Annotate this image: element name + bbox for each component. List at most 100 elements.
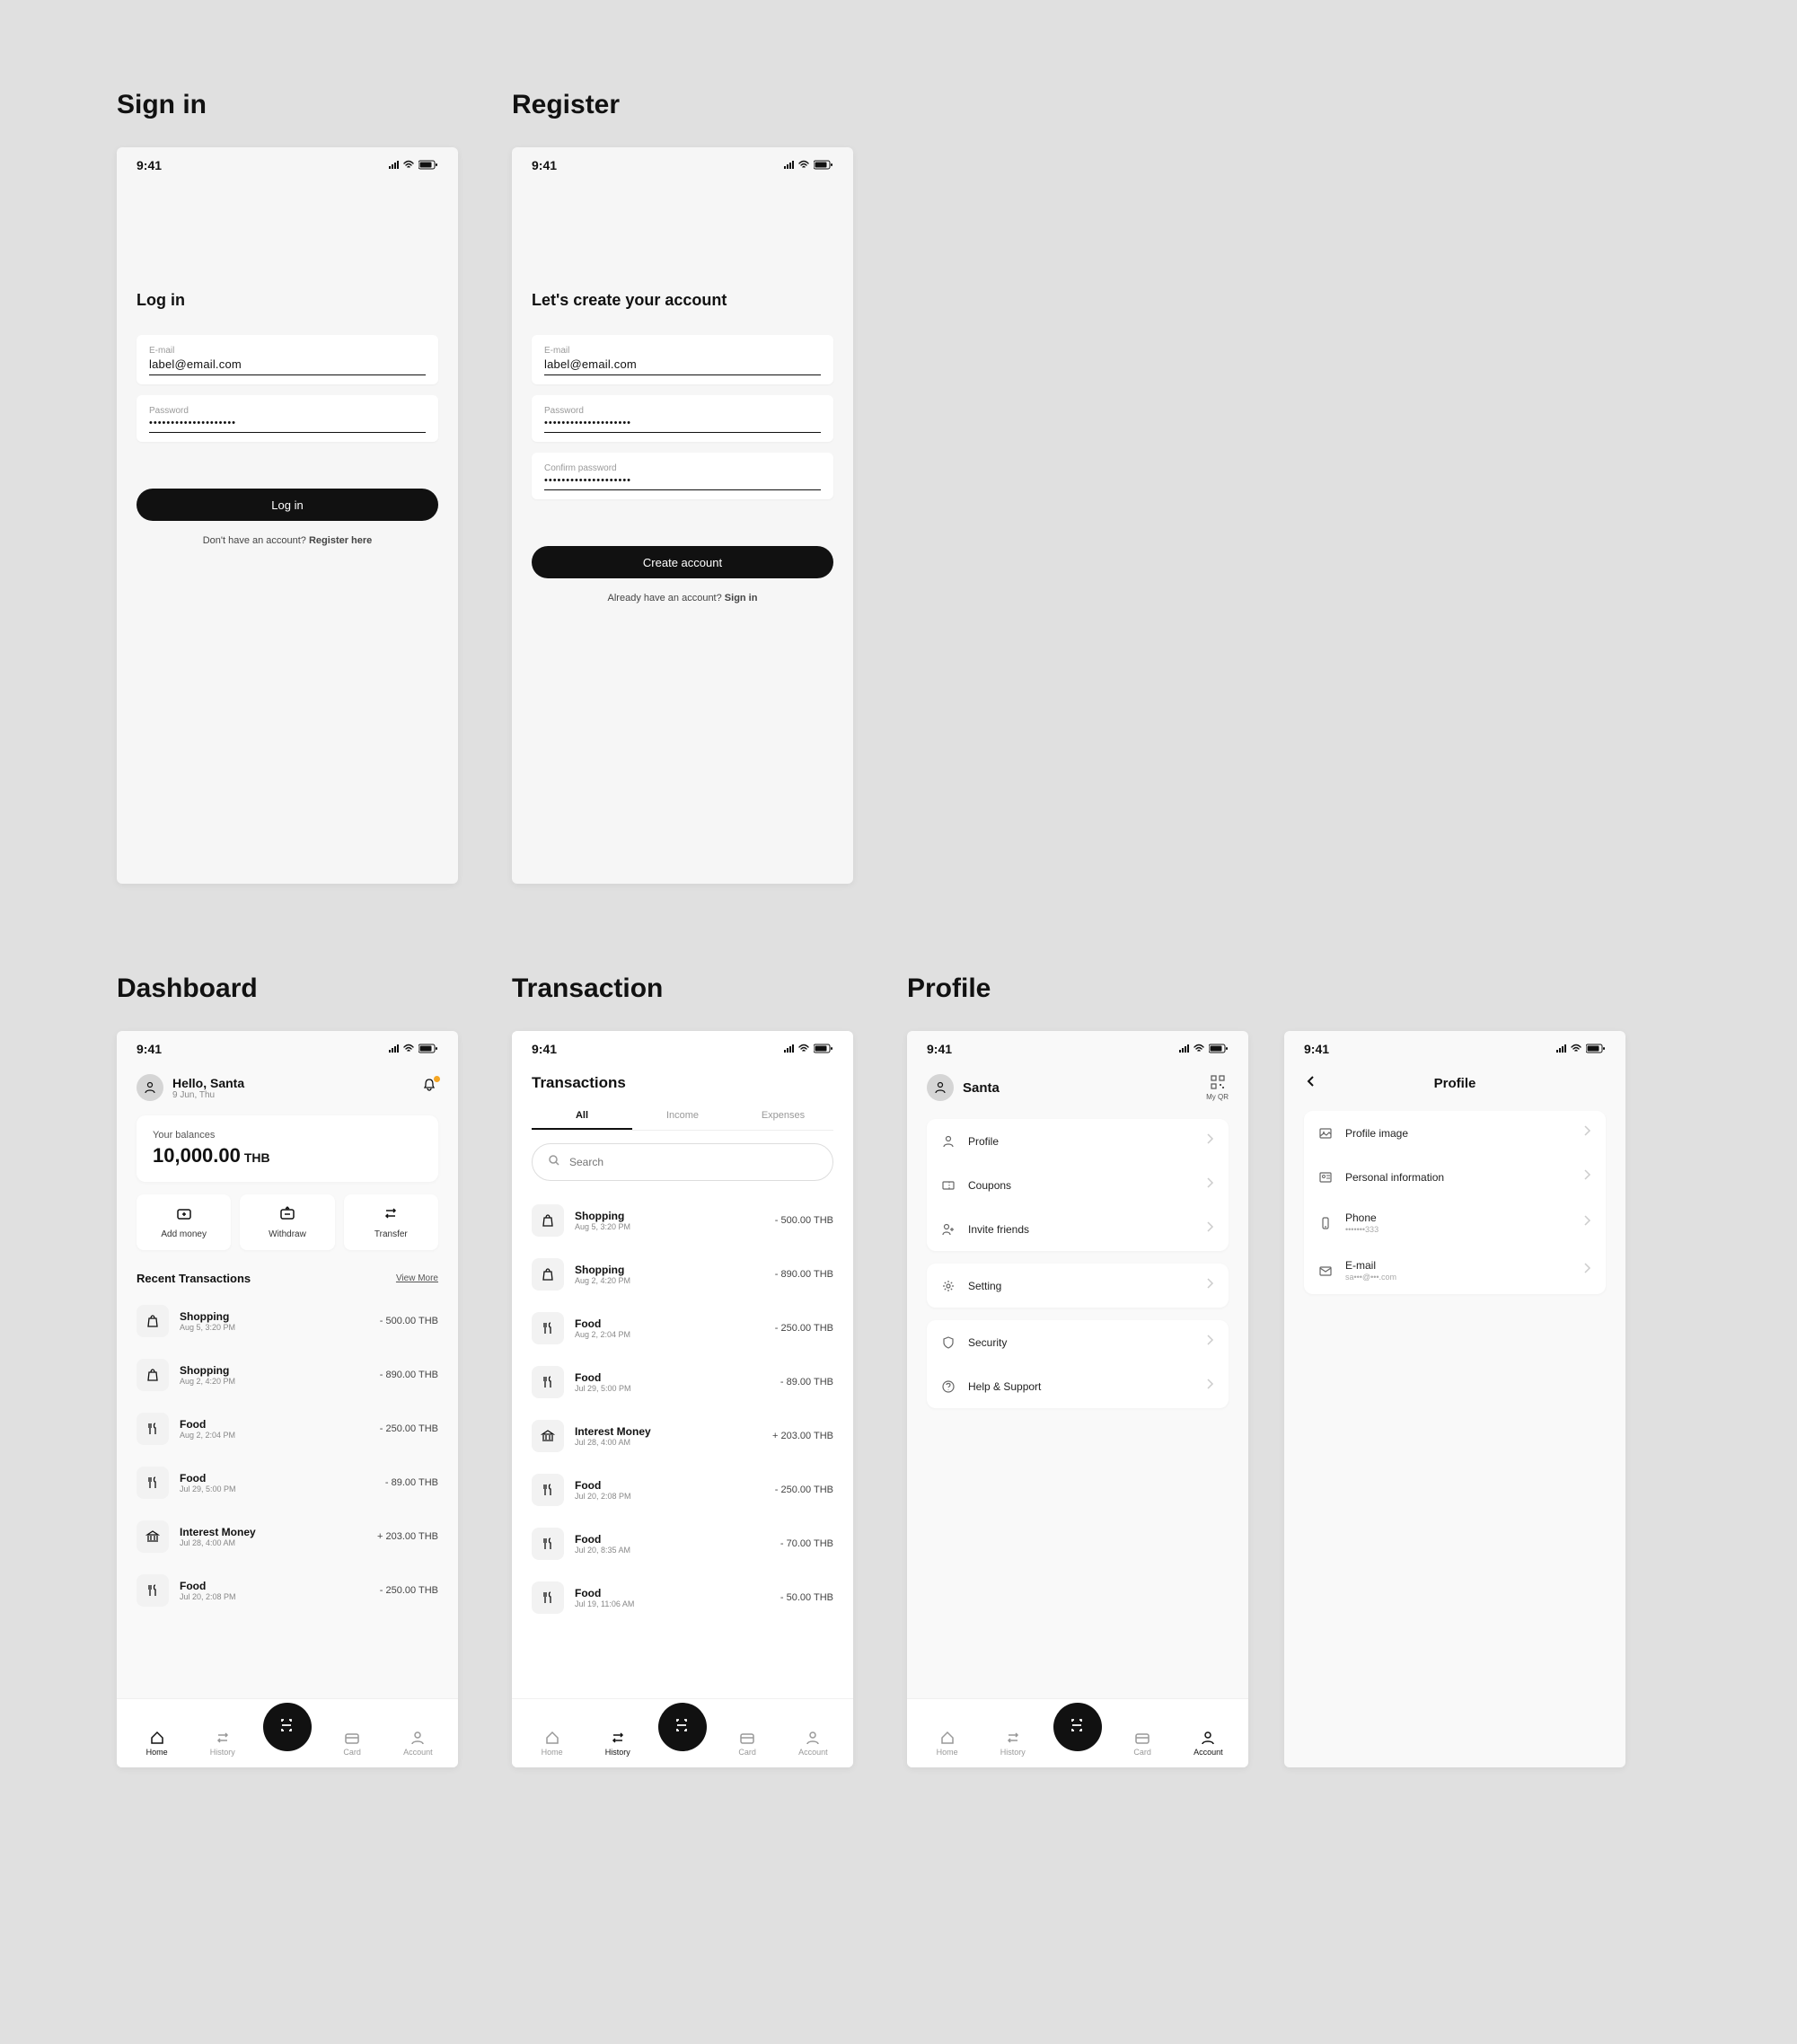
transaction-row[interactable]: Food Jul 29, 5:00 PM - 89.00 THB [137,1456,438,1510]
password-field[interactable]: Password •••••••••••••••••••• [137,395,438,442]
tab-home[interactable]: Home [132,1730,182,1757]
transaction-row[interactable]: Food Jul 20, 2:08 PM - 250.00 THB [137,1564,438,1617]
menu-item-setting[interactable]: Setting [927,1264,1229,1308]
gear-icon [941,1279,956,1293]
txn-amount: - 250.00 THB [775,1323,833,1334]
signin-footer: Don't have an account? Register here [137,535,438,546]
email-label: E-mail [149,346,426,356]
section-title-dashboard: Dashboard [117,974,458,1004]
menu-item-security[interactable]: Security [927,1320,1229,1364]
bag-icon [532,1204,564,1237]
profile-menu-screen: 9:41 Santa My [907,1031,1248,1767]
menu-group: Setting [927,1264,1229,1308]
password-field[interactable]: Password •••••••••••••••••••• [532,395,833,442]
tab-account[interactable]: Account [392,1730,443,1757]
signal-icon [389,1042,400,1056]
tab-home[interactable]: Home [527,1730,577,1757]
transaction-row[interactable]: Shopping Aug 5, 3:20 PM - 500.00 THB [137,1294,438,1348]
profile-item-profile-image[interactable]: Profile image [1304,1111,1606,1155]
user-greeting[interactable]: Hello, Santa 9 Jun, Thu [137,1074,244,1101]
scan-button[interactable] [263,1703,312,1751]
transaction-row[interactable]: Shopping Aug 2, 4:20 PM - 890.00 THB [137,1348,438,1402]
profile-item-phone[interactable]: Phone •••••••333 [1304,1199,1606,1247]
wifi-icon [403,1042,415,1056]
transactions-screen: 9:41 Transactions All Income Expenses [512,1031,853,1767]
chevron-right-icon [1203,1333,1214,1352]
create-account-button[interactable]: Create account [532,546,833,578]
scan-button[interactable] [658,1703,707,1751]
tab-card[interactable]: Card [327,1730,377,1757]
section-title-register: Register [512,90,853,120]
txn-date: Jul 29, 5:00 PM [575,1384,780,1393]
signal-icon [784,158,795,172]
transaction-row[interactable]: Food Jul 19, 11:06 AM - 50.00 THB [532,1571,833,1625]
email-field[interactable]: E-mail label@email.com [137,335,438,384]
signal-icon [1179,1042,1190,1056]
tab-history[interactable]: History [198,1730,248,1757]
menu-item-invite-friends[interactable]: Invite friends [927,1207,1229,1251]
txn-amount: - 89.00 THB [780,1377,833,1388]
status-bar: 9:41 [512,147,853,183]
transaction-row[interactable]: Shopping Aug 5, 3:20 PM - 500.00 THB [532,1194,833,1247]
wifi-icon [798,1042,810,1056]
add-money-button[interactable]: Add money [137,1194,231,1250]
txn-date: Aug 5, 3:20 PM [180,1323,380,1332]
search-input[interactable] [532,1143,833,1181]
transaction-row[interactable]: Food Jul 29, 5:00 PM - 89.00 THB [532,1355,833,1409]
transaction-row[interactable]: Interest Money Jul 28, 4:00 AM + 203.00 … [532,1409,833,1463]
section-title-signin: Sign in [117,90,458,120]
transaction-row[interactable]: Shopping Aug 2, 4:20 PM - 890.00 THB [532,1247,833,1301]
tab-account[interactable]: Account [788,1730,838,1757]
transaction-row[interactable]: Interest Money Jul 28, 4:00 AM + 203.00 … [137,1510,438,1564]
login-button[interactable]: Log in [137,489,438,521]
tab-history[interactable]: History [988,1730,1038,1757]
chevron-right-icon [1203,1176,1214,1194]
tab-income[interactable]: Income [632,1103,733,1130]
tab-history[interactable]: History [593,1730,643,1757]
fork-icon [532,1474,564,1506]
menu-item-help-support[interactable]: Help & Support [927,1364,1229,1408]
signin-screen: 9:41 Log in E-mail label@email.com Passw… [117,147,458,884]
section-title-transaction: Transaction [512,974,853,1004]
my-qr-button[interactable]: My QR [1206,1075,1229,1101]
tab-account[interactable]: Account [1183,1730,1233,1757]
transaction-row[interactable]: Food Jul 20, 8:35 AM - 70.00 THB [532,1517,833,1571]
txn-name: Food [180,1580,380,1592]
transaction-row[interactable]: Food Aug 2, 2:04 PM - 250.00 THB [532,1301,833,1355]
plus-card-icon [176,1205,192,1224]
txn-amount: - 70.00 THB [780,1538,833,1549]
register-link[interactable]: Register here [309,535,372,546]
scan-button[interactable] [1053,1703,1102,1751]
back-button[interactable] [1304,1074,1318,1093]
bag-icon [137,1305,169,1337]
status-time: 9:41 [532,1042,557,1056]
notifications-button[interactable] [422,1078,438,1098]
signin-link[interactable]: Sign in [725,593,758,604]
menu-item-coupons[interactable]: Coupons [927,1163,1229,1207]
profile-item-e-mail[interactable]: E-mail sa•••@•••.com [1304,1247,1606,1294]
confirm-password-field[interactable]: Confirm password •••••••••••••••••••• [532,453,833,499]
tab-card[interactable]: Card [1117,1730,1167,1757]
recent-transactions-title: Recent Transactions [137,1272,251,1285]
tab-expenses[interactable]: Expenses [733,1103,833,1130]
profile-user[interactable]: Santa [927,1074,1000,1101]
menu-item-profile[interactable]: Profile [927,1119,1229,1163]
profile-item-personal-information[interactable]: Personal information [1304,1155,1606,1199]
transfer-button[interactable]: Transfer [344,1194,438,1250]
transaction-row[interactable]: Food Jul 20, 2:08 PM - 250.00 THB [532,1463,833,1517]
help-icon [941,1379,956,1394]
tab-home[interactable]: Home [922,1730,973,1757]
battery-icon [418,1042,438,1056]
tab-card[interactable]: Card [722,1730,772,1757]
tab-all[interactable]: All [532,1103,632,1130]
transaction-row[interactable]: Food Aug 2, 2:04 PM - 250.00 THB [137,1402,438,1456]
ticket-icon [941,1178,956,1193]
txn-amount: + 203.00 THB [377,1531,438,1542]
menu-group: Security Help & Support [927,1320,1229,1408]
txn-name: Food [180,1472,385,1485]
email-field[interactable]: E-mail label@email.com [532,335,833,384]
txn-name: Interest Money [180,1526,377,1538]
view-more-link[interactable]: View More [396,1273,438,1283]
transactions-list: Shopping Aug 5, 3:20 PM - 500.00 THB Sho… [137,1294,438,1617]
withdraw-button[interactable]: Withdraw [240,1194,334,1250]
